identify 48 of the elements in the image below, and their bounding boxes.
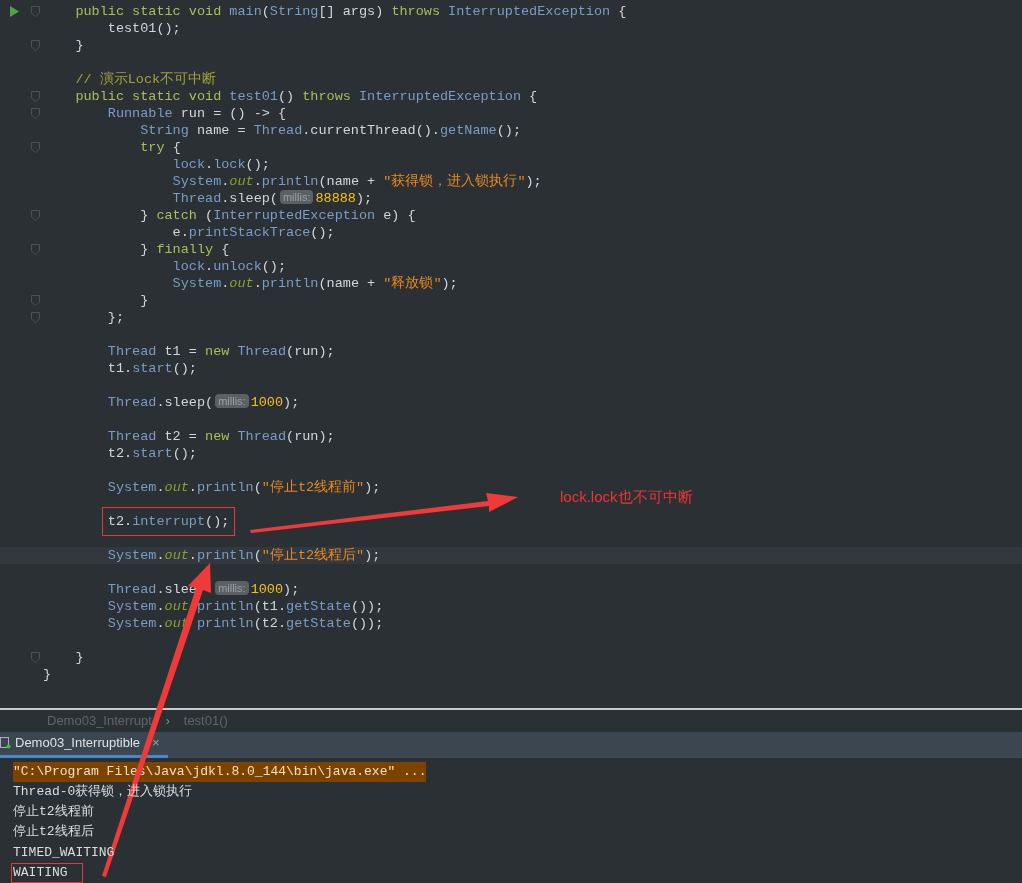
code-line: lock.unlock(); <box>171 258 287 275</box>
code-line: } <box>74 37 84 54</box>
fold-icon[interactable] <box>31 142 40 153</box>
code-line: lock.lock(); <box>171 156 270 173</box>
code-line: } finally { <box>139 241 230 258</box>
annotation-label: lock.lock也不可中断 <box>560 487 693 507</box>
code-line: System.out.println(name + "释放锁"); <box>171 275 458 292</box>
code-line: public static void test01() throws InterruptedException { <box>74 88 538 105</box>
code-line: t1.start(); <box>106 360 197 377</box>
code-line: } <box>74 649 84 666</box>
code-line: } <box>139 292 149 309</box>
fold-icon[interactable] <box>31 210 40 221</box>
fold-icon[interactable] <box>31 40 40 51</box>
code-line: public static void main(String[] args) throws InterruptedException { <box>74 3 627 20</box>
fold-icon[interactable] <box>31 652 40 663</box>
chevron-icon: › <box>165 711 170 730</box>
code-line: // 演示Lock不可中断 <box>74 71 217 88</box>
code-line: System.out println(t1.getState()); <box>106 598 384 615</box>
code-line: String name = Thread.currentThread().getName(); <box>139 122 521 139</box>
code-line: Thread.slee millis: 1000); <box>106 581 300 598</box>
console-line: 停止t2线程后 <box>13 823 94 842</box>
code-line: } <box>43 666 52 683</box>
fold-icon[interactable] <box>31 6 40 17</box>
tab-label: Demo03_Interruptible <box>15 734 141 753</box>
fold-icon[interactable] <box>31 244 40 255</box>
code-line: Thread t1 = new Thread(run); <box>106 343 335 360</box>
fold-icon[interactable] <box>31 91 40 102</box>
code-line: t2.interrupt(); <box>106 513 230 530</box>
code-line: Thread t2 = new Thread(run); <box>106 428 335 445</box>
fold-icon[interactable] <box>31 295 40 306</box>
code-line: } catch (InterruptedException e) { <box>139 207 416 224</box>
fold-icon[interactable] <box>31 312 40 323</box>
fold-icon[interactable] <box>31 108 40 119</box>
code-line: System.out.println(name + "获得锁，进入锁执行"); <box>171 173 542 190</box>
code-line: Thread.sleep( millis: 88888); <box>171 190 373 207</box>
code-line: Thread.sleep( millis: 1000); <box>106 394 300 411</box>
code-line: test01(); <box>106 20 181 37</box>
console-line: 停止t2线程前 <box>13 803 94 822</box>
code-line: try { <box>139 139 181 156</box>
console-icon <box>0 737 11 750</box>
code-line: System.out.println("停止t2线程后"); <box>106 547 381 564</box>
code-line: System.out.println("停止t2线程前"); <box>106 479 381 496</box>
code-line: e.printStackTrace(); <box>171 224 335 241</box>
code-line: Runnable run = () -> { <box>106 105 287 122</box>
close-icon[interactable]: × <box>152 733 160 753</box>
code-line: }; <box>106 309 124 326</box>
run-icon[interactable] <box>10 6 19 17</box>
code-line: t2.start(); <box>106 445 197 462</box>
